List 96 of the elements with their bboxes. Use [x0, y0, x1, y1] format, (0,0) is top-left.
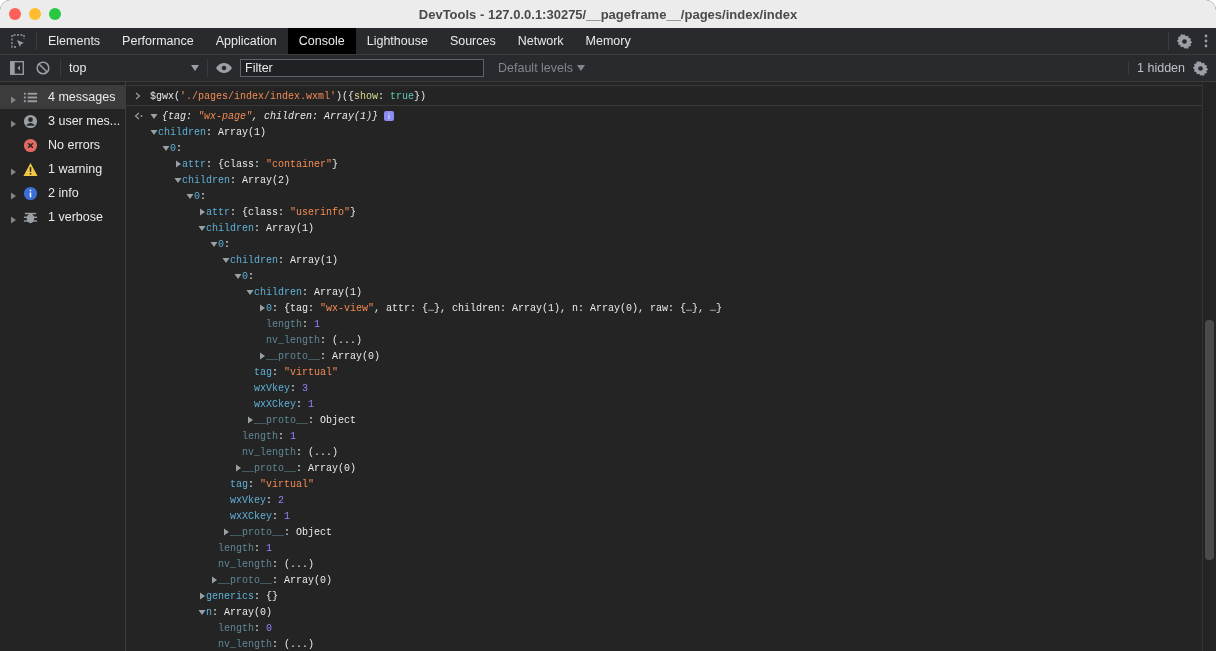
log-line: __proto__: Array(0) [266, 350, 381, 362]
sidebar-item[interactable]: No errors [0, 133, 125, 157]
log-line: 0: [242, 270, 255, 282]
sidebar-item[interactable]: 4 messages [0, 85, 125, 109]
tab[interactable]: Performance [111, 28, 205, 54]
expand-triangle-icon[interactable] [9, 192, 17, 200]
expand-triangle-icon[interactable] [210, 576, 218, 584]
return-arrow-icon [133, 112, 143, 120]
tab[interactable]: Application [204, 28, 288, 54]
scrollbar-thumb[interactable] [1205, 320, 1214, 560]
log-line: nv_length: (...) [218, 638, 315, 650]
inspect-icon[interactable] [10, 33, 26, 49]
collapse-triangle-icon[interactable] [246, 288, 254, 296]
log-line: nv_length: (...) [266, 334, 363, 346]
info-icon [23, 185, 38, 201]
tab[interactable]: Lighthouse [355, 28, 439, 54]
filter-field[interactable]: Filter [240, 59, 484, 77]
log-line: length: 1 [242, 430, 297, 442]
log-line: attr: {class: "container"} [182, 158, 339, 170]
expand-triangle-icon[interactable] [9, 96, 17, 104]
info-badge-icon[interactable] [384, 111, 395, 121]
expand-triangle-icon[interactable] [258, 352, 266, 360]
collapse-triangle-icon[interactable] [174, 176, 182, 184]
close-button[interactable] [9, 8, 21, 20]
log-line: 0: [170, 142, 183, 154]
clear-console-icon[interactable] [36, 61, 50, 75]
log-line: __proto__: Array(0) [218, 574, 333, 586]
sidebar-item[interactable]: 2 info [0, 181, 125, 205]
tab[interactable]: Memory [574, 28, 642, 54]
log-line: __proto__: Object [254, 414, 357, 426]
log-line: {tag: "wx-page", children: Array(1)} [162, 110, 379, 122]
log-line: __proto__: Object [230, 526, 333, 538]
log-line: wxXCkey: 1 [254, 398, 315, 410]
collapse-triangle-icon[interactable] [198, 608, 206, 616]
expand-triangle-icon[interactable] [174, 160, 182, 168]
log-line: 0: [194, 190, 207, 202]
warning-icon [23, 161, 38, 177]
log-line: 0: [218, 238, 231, 250]
log-line: children: Array(1) [254, 286, 363, 298]
log-line: children: Array(1) [206, 222, 315, 234]
window-title: DevTools - 127.0.0.1:30275/__pageframe__/pages/index/index [418, 7, 798, 22]
eye-icon[interactable] [216, 63, 232, 73]
log-line: nv_length: (...) [218, 558, 315, 570]
log-line: wxVkey: 3 [254, 382, 309, 394]
log-line: 0: {tag: "wx-view", attr: {…}, children: Array(1), n: Array(0), raw: {…}, …} [266, 302, 723, 314]
expand-triangle-icon[interactable] [198, 208, 206, 216]
log-line: wxVkey: 2 [230, 494, 285, 506]
expand-triangle-icon[interactable] [258, 304, 266, 312]
sidebar-item[interactable]: 1 warning [0, 157, 125, 181]
sidebar-item[interactable]: 3 user mes... [0, 109, 125, 133]
log-line: children: Array(2) [182, 174, 291, 186]
user-icon [23, 113, 38, 129]
tab[interactable]: Network [506, 28, 575, 54]
expand-triangle-icon[interactable] [9, 120, 17, 128]
sidebar-toggle-icon[interactable] [10, 61, 24, 75]
log-line: generics: {} [206, 590, 279, 602]
context-dropdown[interactable]: top [60, 59, 208, 77]
expand-triangle-icon[interactable] [246, 416, 254, 424]
caret-icon [577, 65, 586, 71]
log-line: length: 1 [218, 542, 273, 554]
log-line: n: Array(0) [206, 606, 273, 618]
collapse-triangle-icon[interactable] [234, 272, 242, 280]
more-options-icon[interactable] [1204, 34, 1208, 48]
log-line: $gwx('./pages/index/index.wxml')({show: true}) [150, 90, 427, 102]
log-line: children: Array(1) [158, 126, 267, 138]
error-icon [23, 137, 38, 153]
log-line: length: 0 [218, 622, 273, 634]
sidebar-item[interactable]: 1 verbose [0, 205, 125, 229]
expand-triangle-icon[interactable] [222, 528, 230, 536]
tab[interactable]: Elements [37, 28, 112, 54]
log-line: nv_length: (...) [242, 446, 339, 458]
prompt-chevron-icon [135, 92, 141, 100]
tab[interactable]: Console [287, 28, 356, 54]
collapse-triangle-icon[interactable] [150, 128, 158, 136]
expand-triangle-icon[interactable] [9, 168, 17, 176]
settings-icon[interactable] [1177, 33, 1192, 49]
caret-icon [191, 65, 199, 71]
expand-triangle-icon[interactable] [234, 464, 242, 472]
collapse-triangle-icon[interactable] [198, 224, 206, 232]
log-line: children: Array(1) [230, 254, 339, 266]
log-line: tag: "virtual" [254, 366, 339, 378]
log-line: attr: {class: "userinfo"} [206, 206, 357, 218]
hidden-count: 1 hidden [1128, 61, 1193, 75]
collapse-triangle-icon[interactable] [210, 240, 218, 248]
expand-triangle-icon[interactable] [9, 216, 17, 224]
collapse-triangle-icon[interactable] [222, 256, 230, 264]
collapse-triangle-icon[interactable] [186, 192, 194, 200]
collapse-triangle-icon[interactable] [150, 112, 158, 120]
tab[interactable]: Sources [438, 28, 507, 54]
collapse-triangle-icon[interactable] [162, 144, 170, 152]
log-line: tag: "virtual" [230, 478, 315, 490]
log-line: wxXCkey: 1 [230, 510, 291, 522]
log-line: length: 1 [266, 318, 321, 330]
expand-triangle-icon[interactable] [198, 592, 206, 600]
settings-icon[interactable] [1193, 60, 1208, 76]
log-line: __proto__: Array(0) [242, 462, 357, 474]
